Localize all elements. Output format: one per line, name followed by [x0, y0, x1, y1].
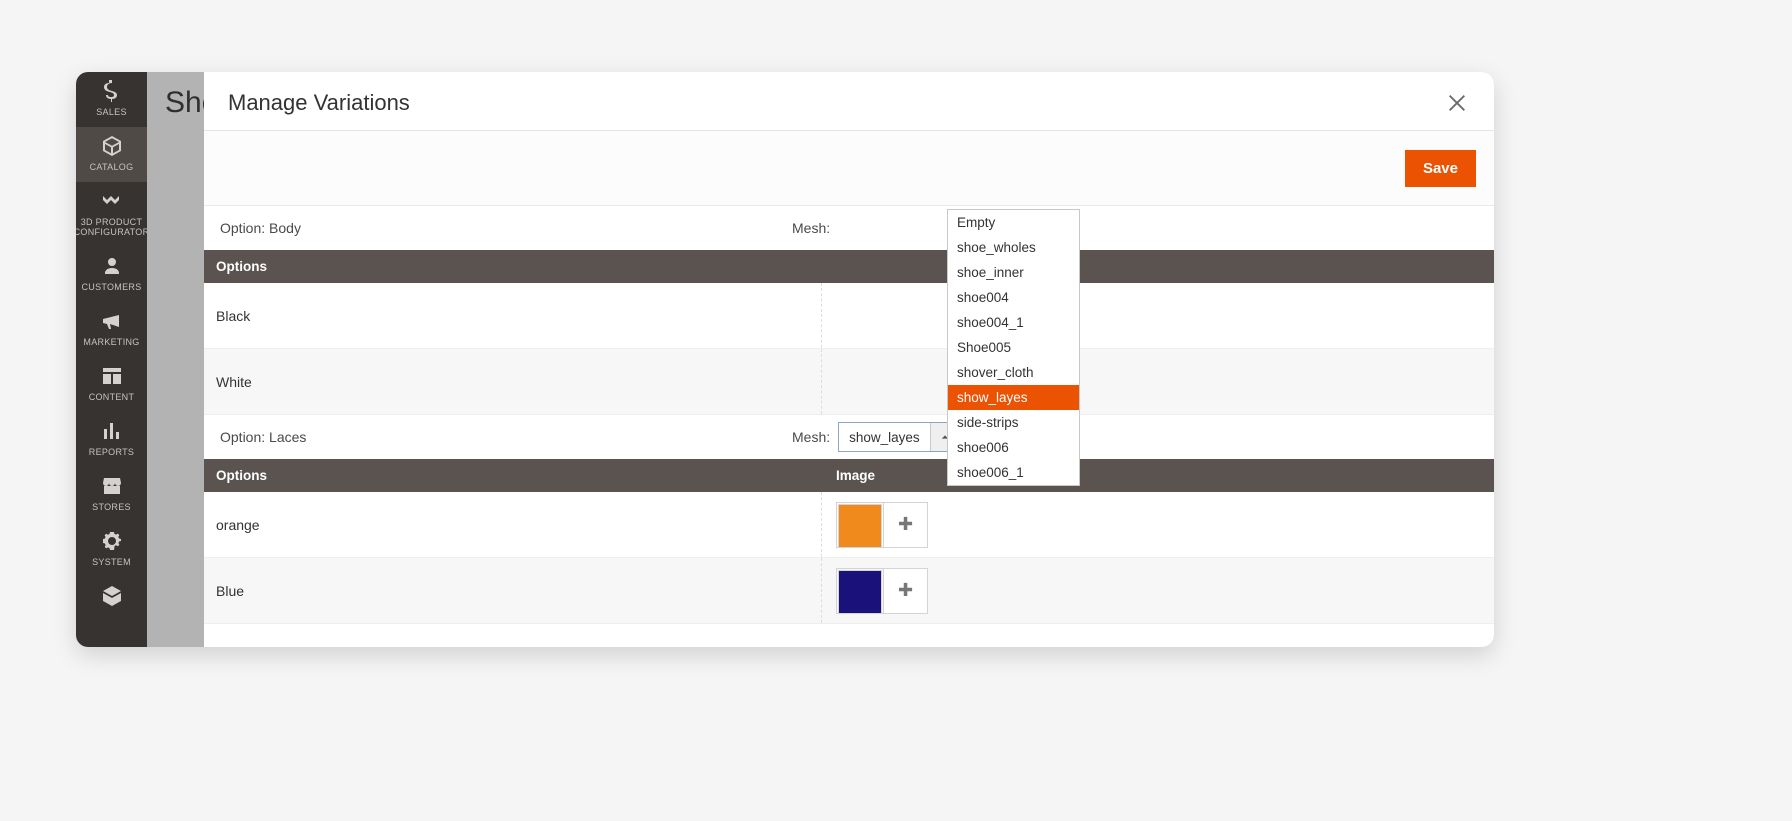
dropdown-option[interactable]: shoe_inner: [948, 260, 1079, 285]
sidebar-label: SYSTEM: [92, 557, 131, 567]
store-icon: [100, 474, 124, 498]
table-header-laces: Options Image: [204, 459, 1494, 492]
sidebar-item-reports[interactable]: REPORTS: [76, 412, 147, 467]
dropdown-option[interactable]: shover_cloth: [948, 360, 1079, 385]
color-swatch[interactable]: [838, 504, 882, 548]
gear-icon: [100, 529, 124, 553]
section-body-header: Option: Body Mesh:: [204, 206, 1494, 250]
table-row: Blue ✚: [204, 558, 1494, 624]
modal-header: Manage Variations: [204, 72, 1494, 131]
dropdown-option[interactable]: shoe006_1: [948, 460, 1079, 485]
bar-chart-icon: [100, 419, 124, 443]
save-button[interactable]: Save: [1405, 150, 1476, 187]
color-swatch[interactable]: [838, 570, 882, 614]
mesh-label-laces: Mesh:: [792, 429, 830, 445]
dropdown-option[interactable]: shoe_wholes: [948, 235, 1079, 260]
sidebar-label: STORES: [92, 502, 131, 512]
megaphone-icon: [100, 309, 124, 333]
close-button[interactable]: [1444, 90, 1470, 116]
layout-icon: [100, 364, 124, 388]
add-swatch-button[interactable]: ✚: [883, 503, 927, 547]
sidebar-item-catalog[interactable]: CATALOG: [76, 127, 147, 182]
dropdown-option[interactable]: shoe004: [948, 285, 1079, 310]
sidebar-item-marketing[interactable]: MARKETING: [76, 302, 147, 357]
sidebar-label: CUSTOMERS: [81, 282, 141, 292]
sidebar-label: CONTENT: [89, 392, 135, 402]
col-image-header: Image: [836, 468, 1482, 483]
sidebar-item-sales[interactable]: SALES: [76, 72, 147, 127]
person-icon: [100, 254, 124, 278]
sidebar-item-customers[interactable]: CUSTOMERS: [76, 247, 147, 302]
sidebar-item-3d-configurator[interactable]: 3D PRODUCT CONFIGURATOR: [76, 182, 147, 247]
package-icon: [100, 584, 124, 608]
dropdown-option[interactable]: shoe006: [948, 435, 1079, 460]
admin-sidebar: SALES CATALOG 3D PRODUCT CONFIGURATOR CU…: [76, 72, 147, 647]
dropdown-option[interactable]: Shoe005: [948, 335, 1079, 360]
manage-variations-modal: Manage Variations Save Option: Body Mesh…: [204, 72, 1494, 647]
swatch-group: ✚: [836, 502, 928, 548]
dropdown-option[interactable]: show_layes: [948, 385, 1079, 410]
table-row: White: [204, 349, 1494, 415]
swatch-group: ✚: [836, 568, 928, 614]
dropdown-option[interactable]: side-strips: [948, 410, 1079, 435]
box-icon: [100, 134, 124, 158]
plus-icon: ✚: [898, 514, 913, 535]
mesh-dropdown-list: Empty shoe_wholes shoe_inner shoe004 sho…: [947, 209, 1080, 486]
mesh-select[interactable]: show_layes: [838, 422, 961, 452]
sidebar-label: 3D PRODUCT CONFIGURATOR: [76, 217, 149, 237]
sidebar-label: MARKETING: [83, 337, 139, 347]
option-name: Black: [216, 308, 836, 324]
modal-body: Option: Body Mesh: Options Black White: [204, 206, 1494, 644]
sidebar-label: SALES: [96, 107, 127, 117]
table-row: Black: [204, 283, 1494, 349]
mesh-select-value: show_layes: [839, 430, 930, 445]
modal-toolbar: Save: [204, 131, 1494, 206]
option-name: White: [216, 374, 836, 390]
section-laces-header: Option: Laces Mesh: show_layes: [204, 415, 1494, 459]
add-swatch-button[interactable]: ✚: [883, 569, 927, 613]
sidebar-label: REPORTS: [89, 447, 134, 457]
table-row: orange ✚: [204, 492, 1494, 558]
dropdown-option[interactable]: shoe004_1: [948, 310, 1079, 335]
mesh-label-body: Mesh:: [792, 220, 830, 236]
modal-title: Manage Variations: [228, 90, 410, 116]
col-options-header: Options: [216, 259, 836, 274]
close-icon: [1446, 92, 1468, 114]
option-label-laces: Option: Laces: [220, 429, 792, 445]
col-options-header: Options: [216, 468, 836, 483]
sidebar-item-more[interactable]: [76, 577, 147, 610]
sidebar-item-stores[interactable]: STORES: [76, 467, 147, 522]
option-name: Blue: [216, 583, 836, 599]
dropdown-option[interactable]: Empty: [948, 210, 1079, 235]
app-shell: SALES CATALOG 3D PRODUCT CONFIGURATOR CU…: [76, 72, 1494, 647]
plus-icon: ✚: [898, 580, 913, 601]
table-header-body: Options: [204, 250, 1494, 283]
option-name: orange: [216, 517, 836, 533]
wand-icon: [100, 189, 124, 213]
sidebar-label: CATALOG: [90, 162, 134, 172]
sidebar-item-content[interactable]: CONTENT: [76, 357, 147, 412]
sidebar-item-system[interactable]: SYSTEM: [76, 522, 147, 577]
option-label-body: Option: Body: [220, 220, 792, 236]
dollar-icon: [100, 79, 124, 103]
